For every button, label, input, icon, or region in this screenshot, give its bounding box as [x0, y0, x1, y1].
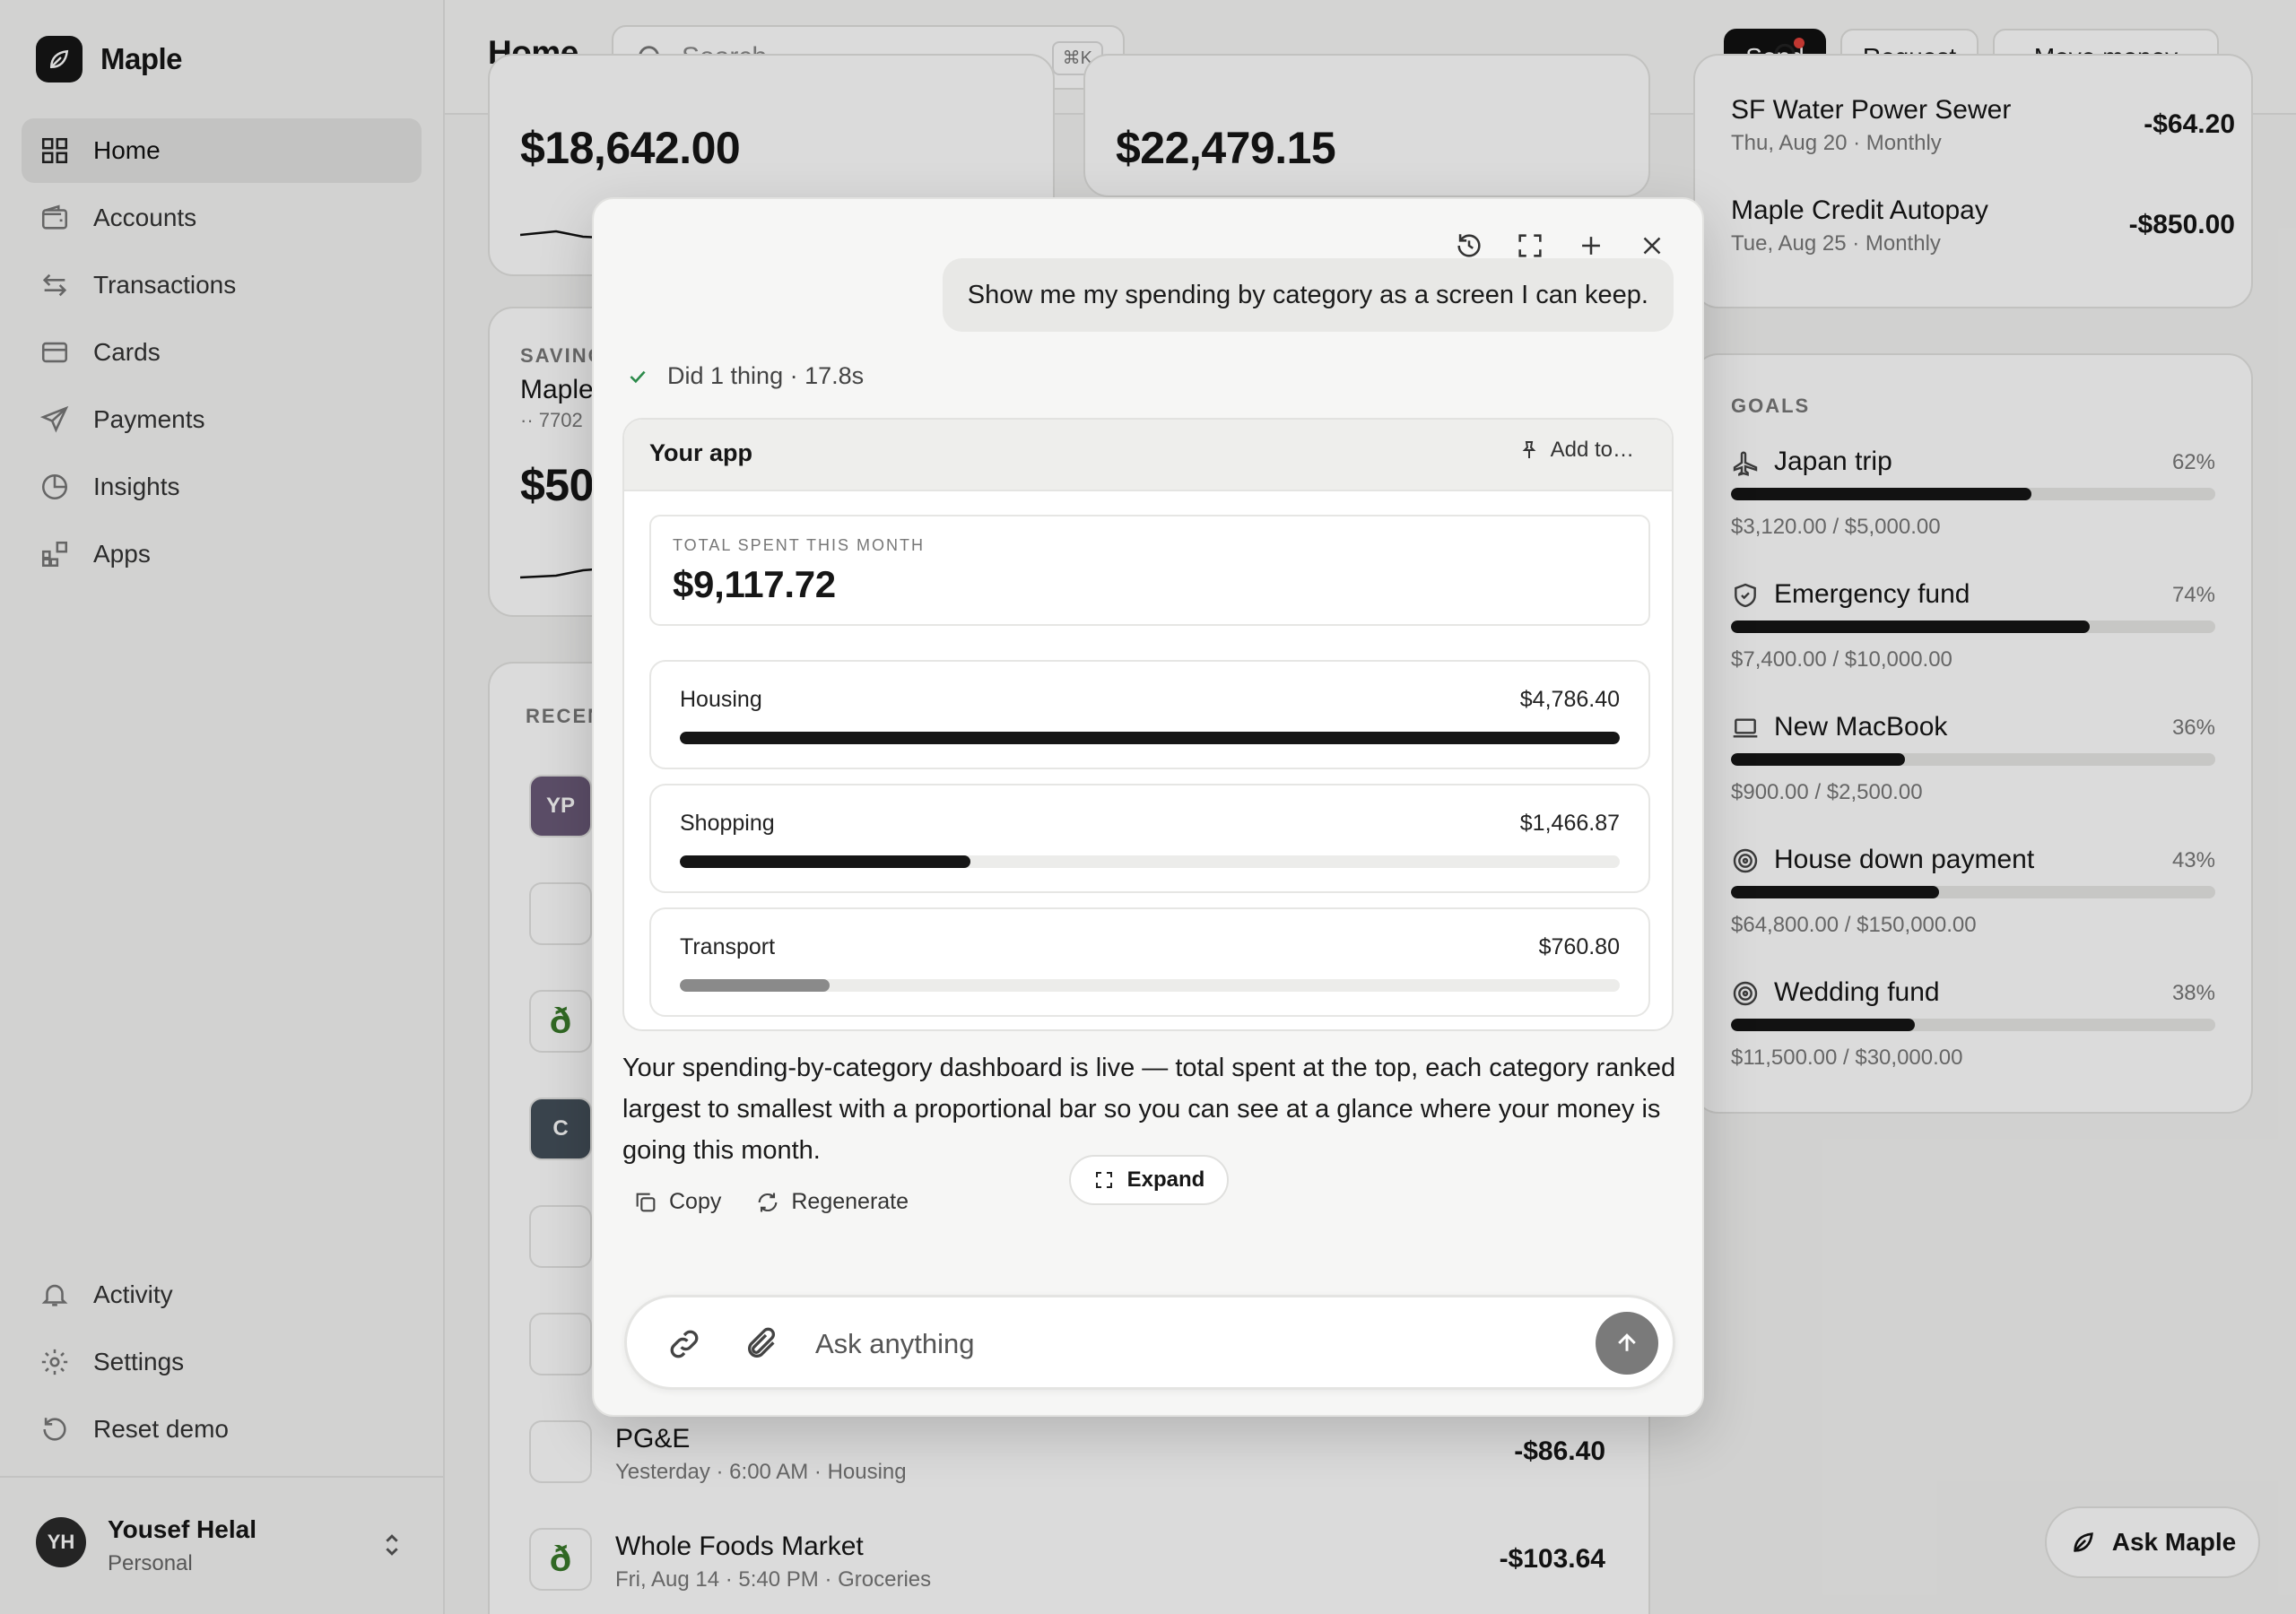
- category-bar-track: [680, 979, 1620, 992]
- category-name: Housing: [680, 687, 762, 712]
- paperclip-icon[interactable]: [744, 1326, 779, 1362]
- category-bar-fill: [680, 979, 830, 992]
- category-row[interactable]: Transport $760.80: [649, 907, 1650, 1017]
- app-card-title: Your app: [649, 439, 753, 466]
- app-card-header: Your app Add to…: [624, 420, 1672, 491]
- category-bar-fill: [680, 855, 970, 868]
- arrow-up-icon: [1618, 1333, 1636, 1351]
- user-message: Show me my spending by category as a scr…: [942, 258, 1674, 332]
- send-message-button[interactable]: [1596, 1312, 1658, 1375]
- regenerate-label: Regenerate: [791, 1189, 909, 1214]
- category-name: Transport: [680, 934, 776, 959]
- category-amount: $4,786.40: [1519, 687, 1620, 712]
- expand-label: Expand: [1126, 1167, 1205, 1192]
- tool-status-text: Did 1 thing · 17.8s: [667, 362, 865, 389]
- check-icon: [630, 370, 646, 383]
- add-to-button[interactable]: Add to…: [1518, 438, 1634, 463]
- pin-icon: [1522, 441, 1536, 458]
- category-amount: $760.80: [1538, 934, 1620, 959]
- plus-icon: [1582, 237, 1600, 255]
- assistant-reply: Your spending-by-category dashboard is l…: [622, 1054, 1676, 1165]
- fullscreen-icon: [1518, 234, 1542, 257]
- add-to-label: Add to…: [1550, 438, 1634, 462]
- link-icon[interactable]: [666, 1326, 702, 1362]
- regenerate-button[interactable]: Regenerate: [755, 1189, 909, 1215]
- expand-icon: [1095, 1172, 1112, 1188]
- tool-status[interactable]: Did 1 thing · 17.8s: [626, 362, 864, 390]
- total-spent-value: $9,117.72: [673, 563, 836, 605]
- copy-button[interactable]: Copy: [633, 1189, 721, 1215]
- generated-app-card: Your app Add to… TOTAL SPENT THIS MONTH …: [622, 418, 1674, 1031]
- category-bar-track: [680, 855, 1620, 868]
- history-icon: [1457, 234, 1481, 257]
- category-row[interactable]: Shopping $1,466.87: [649, 784, 1650, 893]
- category-row[interactable]: Housing $4,786.40: [649, 660, 1650, 769]
- category-amount: $1,466.87: [1519, 811, 1620, 836]
- reply-actions: Copy Regenerate: [633, 1189, 943, 1215]
- refresh-icon: [758, 1193, 778, 1211]
- close-icon: [1643, 237, 1661, 255]
- assistant-dialog: Show me my spending by category as a scr…: [592, 197, 1704, 1417]
- total-spent-box: TOTAL SPENT THIS MONTH $9,117.72: [649, 515, 1650, 626]
- category-bar-fill: [680, 732, 1620, 744]
- ask-anything-input[interactable]: [815, 1317, 1533, 1371]
- total-spent-label: TOTAL SPENT THIS MONTH: [673, 536, 926, 554]
- copy-label: Copy: [669, 1189, 722, 1214]
- category-name: Shopping: [680, 811, 775, 836]
- composer: [624, 1295, 1675, 1390]
- copy-icon: [636, 1193, 656, 1211]
- category-bar-track: [680, 732, 1620, 744]
